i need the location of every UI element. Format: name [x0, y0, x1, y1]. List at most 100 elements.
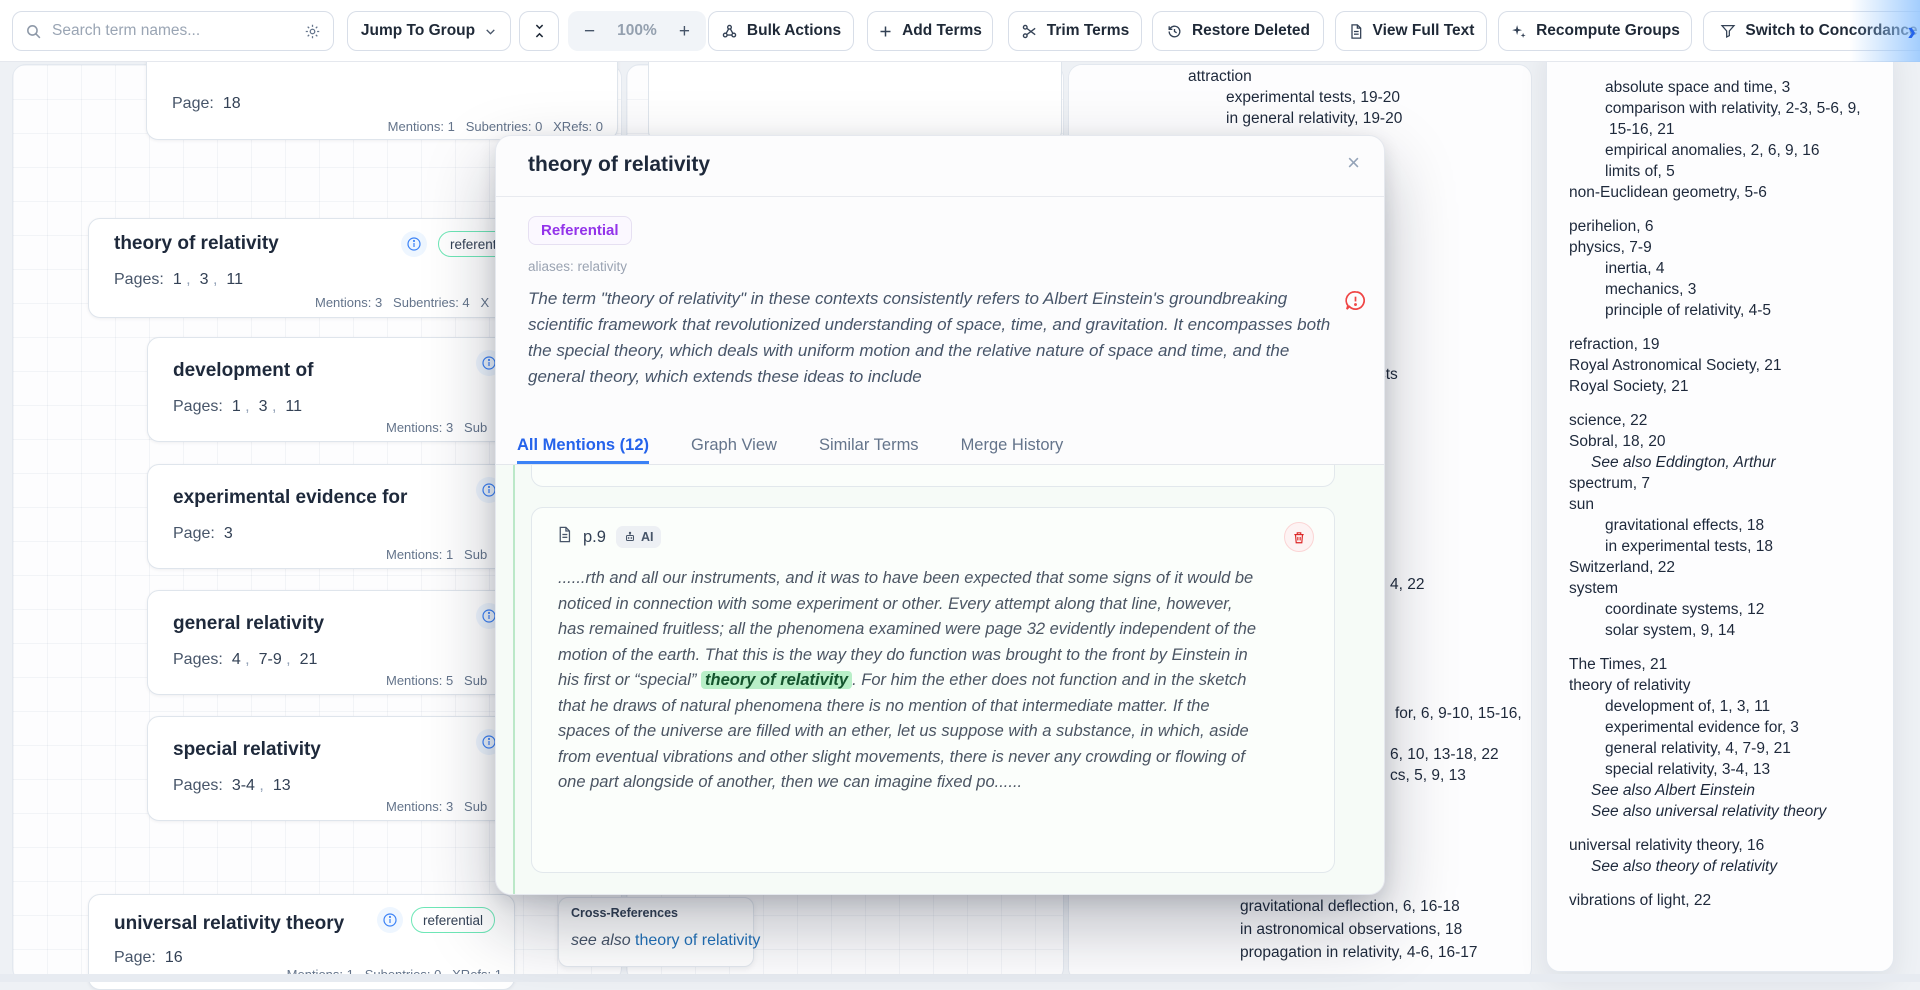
index-subentry: coordinate systems, 12: [1547, 599, 1879, 620]
index-subentry: comparison with relativity, 2-3, 5-6, 9,…: [1547, 98, 1879, 140]
mention-card-previous[interactable]: [531, 465, 1335, 487]
term-card-stats: Mentions: 1 Sub: [386, 547, 487, 562]
term-card-stats: Mentions: 3 Subentries: 4 X: [315, 295, 489, 310]
tab-graph-view[interactable]: Graph View: [691, 436, 777, 464]
page-number-link[interactable]: 13: [273, 777, 291, 794]
ai-badge: AI: [616, 526, 662, 548]
index-subentry: empirical anomalies, 2, 6, 9, 16: [1547, 140, 1879, 161]
modal-header: theory of relativity ×: [496, 136, 1384, 197]
index-entry: non-Euclidean geometry, 5-6: [1547, 182, 1879, 203]
gear-icon[interactable]: [304, 23, 321, 40]
pages-label: Pages:: [114, 271, 164, 288]
close-icon[interactable]: ×: [1347, 152, 1360, 174]
page-number-link[interactable]: 3: [224, 525, 233, 542]
mentions-list: p.9 AI ......rth and all our instruments…: [496, 465, 1384, 895]
index-fragment-text: for, 6, 9-10, 15-16,: [1395, 705, 1522, 723]
index-entry: spectrum, 7: [1547, 473, 1879, 494]
jump-to-group-button[interactable]: Jump To Group: [347, 11, 511, 51]
search-input[interactable]: [52, 22, 294, 40]
page-number-link[interactable]: 7-9: [259, 651, 282, 668]
bulk-actions-button[interactable]: Bulk Actions: [708, 11, 854, 51]
page-number-link[interactable]: 21: [300, 651, 318, 668]
pages-label: Pages:: [173, 651, 223, 668]
term-card-pages: Pages:3-4 ,13: [173, 777, 291, 795]
index-fragment-text: propagation in relativity, 4-6, 16-17: [1240, 944, 1478, 962]
index-group-gap: [1547, 203, 1879, 216]
index-subentry: experimental evidence for, 3: [1547, 717, 1879, 738]
index-entry: Sobral, 18, 20: [1547, 431, 1879, 452]
term-card-pages: Page:3: [173, 525, 233, 543]
toolbar-scroll-indicator[interactable]: ›: [1850, 0, 1920, 62]
term-card-title: special relativity: [173, 739, 321, 761]
document-icon: [556, 525, 573, 549]
info-icon: [406, 236, 422, 252]
zoom-out-button[interactable]: −: [584, 22, 595, 41]
view-full-text-button[interactable]: View Full Text: [1335, 11, 1487, 51]
recompute-groups-button[interactable]: Recompute Groups: [1498, 11, 1692, 51]
page-number-link[interactable]: 3: [259, 398, 268, 415]
page-number-link[interactable]: 1: [173, 271, 182, 288]
pages-label: Page:: [114, 949, 156, 966]
info-icon: [382, 912, 398, 928]
index-entry: Switzerland, 22: [1547, 557, 1879, 578]
search-box: [12, 11, 334, 51]
search-icon: [25, 23, 42, 40]
term-card-title: universal relativity theory: [114, 913, 344, 935]
index-see-also-entry: See also Albert Einstein: [1547, 780, 1879, 801]
term-card-stats: Mentions: 1 Subentries: 0 XRefs: 0: [388, 119, 603, 134]
robot-icon: [624, 531, 636, 543]
restore-deleted-button[interactable]: Restore Deleted: [1152, 11, 1324, 51]
term-card-pages: Page: 16: [114, 949, 183, 967]
index-entry: The Times, 21: [1547, 654, 1879, 675]
info-icon-button[interactable]: [377, 907, 403, 933]
page-number-link[interactable]: 3-4: [232, 777, 255, 794]
see-also-prefix: see also: [571, 932, 631, 949]
index-subentry: in experimental tests, 18: [1547, 536, 1879, 557]
warning-icon[interactable]: [1344, 289, 1367, 317]
index-entry: physics, 7-9: [1547, 237, 1879, 258]
term-card-title: theory of relativity: [114, 233, 279, 255]
index-group-gap: [1547, 822, 1879, 835]
collapse-all-button[interactable]: [519, 11, 559, 51]
page-number-link[interactable]: 11: [226, 271, 243, 288]
tab-all-mentions-12[interactable]: All Mentions (12): [517, 436, 649, 464]
index-subentry: development of, 1, 3, 11: [1547, 696, 1879, 717]
info-icon-button[interactable]: [401, 231, 427, 257]
funnel-icon: [1720, 23, 1736, 39]
add-terms-button[interactable]: Add Terms: [867, 11, 993, 51]
aliases-text: aliases: relativity: [528, 259, 627, 274]
page-number-link[interactable]: 4: [232, 651, 241, 668]
index-subentry: gravitational effects, 18: [1547, 515, 1879, 536]
tab-similar-terms[interactable]: Similar Terms: [819, 436, 919, 464]
tab-merge-history[interactable]: Merge History: [961, 436, 1064, 464]
page-number-link[interactable]: 18: [223, 95, 241, 112]
trim-terms-button[interactable]: Trim Terms: [1008, 11, 1142, 51]
index-entry: system: [1547, 578, 1879, 599]
rendered-index-panel: absolute space and time, 3comparison wit…: [1546, 40, 1894, 972]
index-subentry: limits of, 5: [1547, 161, 1879, 182]
index-group-gap: [1547, 877, 1879, 890]
page-number-link[interactable]: 1: [232, 398, 241, 415]
term-card-title: general relativity: [173, 613, 324, 635]
delete-mention-button[interactable]: [1284, 522, 1314, 552]
index-entry: sun: [1547, 494, 1879, 515]
term-card-pages: Page:18: [172, 95, 241, 113]
index-fragment-text: attraction: [1188, 68, 1252, 86]
index-fragment-text: 4, 22: [1390, 576, 1424, 594]
page-number-link[interactable]: 3: [200, 271, 209, 288]
page-number-link[interactable]: 16: [165, 949, 183, 966]
modal-title: theory of relativity: [528, 153, 710, 177]
term-card-pages: Pages:4 ,7-9 ,21: [173, 651, 317, 669]
term-card-pages: Pages:1 ,3 ,11: [173, 398, 302, 416]
cross-reference-link[interactable]: theory of relativity: [635, 932, 760, 949]
page-number-link[interactable]: 11: [285, 398, 302, 415]
referential-badge: referential: [411, 907, 495, 933]
plus-icon: [878, 24, 893, 39]
chevron-down-icon: [484, 25, 497, 38]
index-entry: refraction, 19: [1547, 334, 1879, 355]
zoom-in-button[interactable]: +: [679, 22, 690, 41]
index-entry: Royal Astronomical Society, 21: [1547, 355, 1879, 376]
trash-icon: [1292, 530, 1306, 545]
mention-page-label[interactable]: p.9: [583, 528, 606, 547]
mention-card[interactable]: p.9 AI ......rth and all our instruments…: [531, 507, 1335, 873]
